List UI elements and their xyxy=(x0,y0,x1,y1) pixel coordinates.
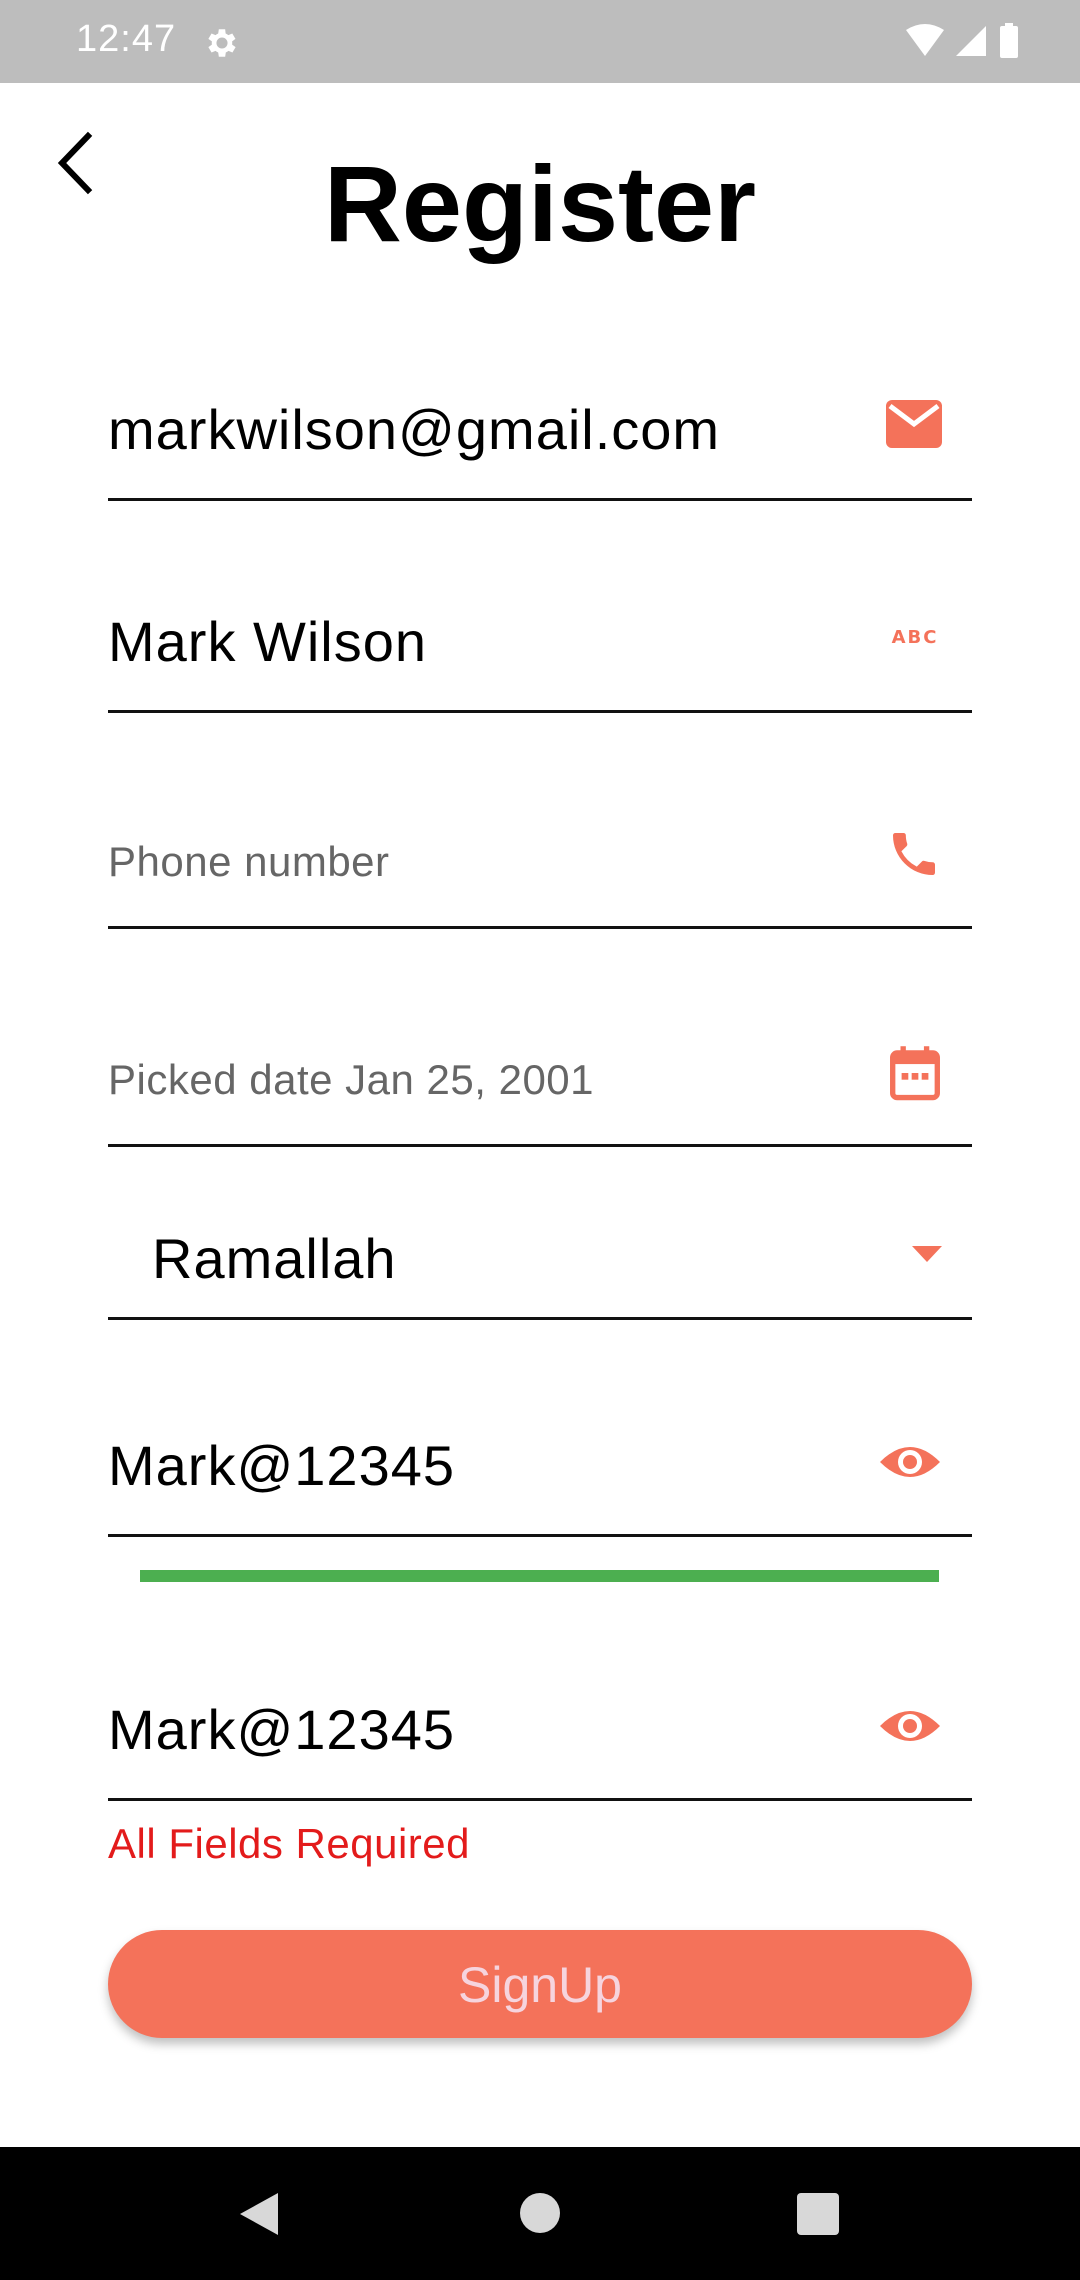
date-picker-field[interactable]: Picked date Jan 25, 2001 xyxy=(108,1006,972,1147)
name-value: Mark Wilson xyxy=(108,610,428,673)
status-bar: 12:47 xyxy=(0,0,1080,83)
confirm-password-value: Mark@12345 xyxy=(108,1698,456,1761)
name-field[interactable]: Mark Wilson ABC xyxy=(108,572,972,713)
error-message: All Fields Required xyxy=(108,1820,470,1867)
status-time: 12:47 xyxy=(76,18,177,60)
navigation-bar xyxy=(0,2147,1080,2280)
email-value: markwilson@gmail.com xyxy=(108,398,721,461)
signal-icon xyxy=(956,26,986,56)
mail-icon xyxy=(886,400,942,448)
calendar-icon xyxy=(890,1046,940,1101)
settings-icon xyxy=(208,29,236,57)
dropdown-arrow-icon xyxy=(912,1246,942,1262)
signup-button[interactable]: SignUp xyxy=(108,1930,972,2038)
password-field[interactable]: Mark@12345 xyxy=(108,1396,972,1537)
eye-icon[interactable] xyxy=(878,1440,942,1484)
status-icons xyxy=(906,23,1018,58)
email-field[interactable]: markwilson@gmail.com xyxy=(108,360,972,501)
city-value: Ramallah xyxy=(152,1227,397,1290)
phone-icon xyxy=(893,833,935,875)
wifi-icon xyxy=(906,24,944,56)
battery-icon xyxy=(1000,26,1018,58)
password-strength-fill xyxy=(140,1570,939,1582)
date-label: Picked date Jan 25, 2001 xyxy=(108,1056,595,1103)
nav-home-icon[interactable] xyxy=(518,2191,562,2235)
phone-placeholder: Phone number xyxy=(108,838,390,885)
nav-recents-icon[interactable] xyxy=(797,2193,839,2235)
password-strength-bar xyxy=(140,1570,939,1582)
abc-icon: ABC xyxy=(892,627,939,646)
nav-back-icon[interactable] xyxy=(236,2191,282,2237)
city-dropdown[interactable]: Ramallah xyxy=(108,1200,972,1320)
page-title: Register xyxy=(323,143,757,264)
svg-text:ABC: ABC xyxy=(892,627,939,646)
phone-field[interactable]: Phone number xyxy=(108,788,972,929)
password-value: Mark@12345 xyxy=(108,1434,456,1497)
confirm-password-field[interactable]: Mark@12345 xyxy=(108,1660,972,1801)
eye-icon[interactable] xyxy=(878,1704,942,1748)
